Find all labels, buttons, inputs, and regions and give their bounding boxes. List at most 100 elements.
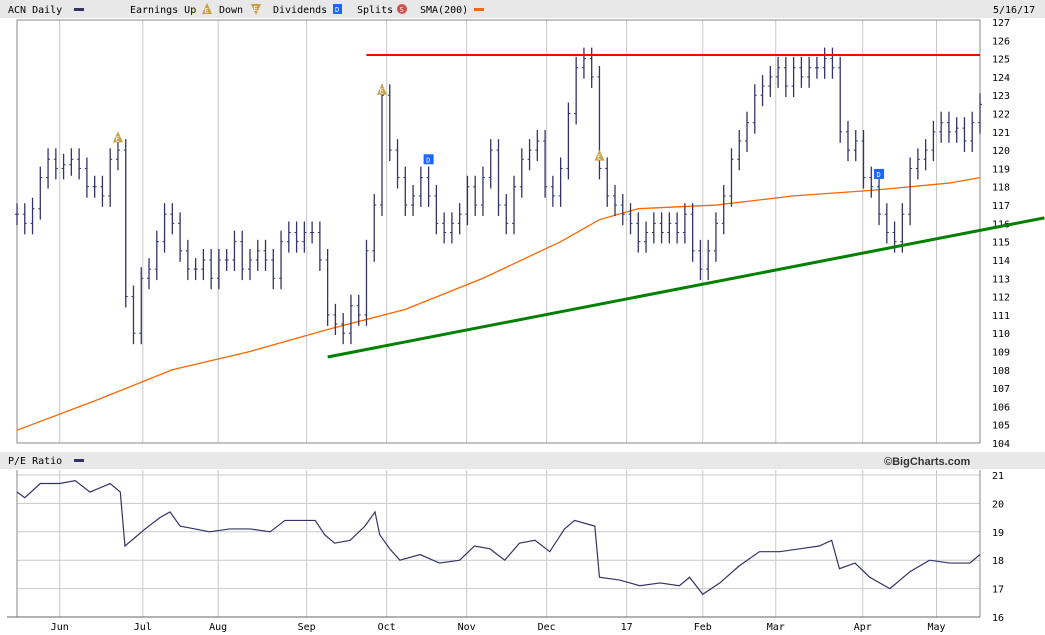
price-tick-label: 114 <box>992 256 1010 267</box>
month-tick-label: Jul <box>134 622 152 633</box>
dividend-marker-icon: D <box>423 154 434 165</box>
month-tick-label: Nov <box>458 622 476 633</box>
earnings-marker-icon: E <box>112 131 123 143</box>
price-plot-frame <box>16 19 981 444</box>
pe-y-axis: 16 17 18 19 20 21 <box>992 471 1004 624</box>
price-bar <box>667 212 672 244</box>
price-bar <box>962 117 967 152</box>
pe-tick-label: 17 <box>992 585 1004 596</box>
price-bar <box>147 258 152 290</box>
price-bar <box>939 111 944 143</box>
price-tick-label: 112 <box>992 293 1010 304</box>
price-bar <box>341 313 346 345</box>
splits-label: Splits <box>357 5 393 16</box>
price-bar <box>442 212 447 244</box>
month-tick-label: Feb <box>694 622 712 633</box>
price-bar <box>698 239 703 281</box>
price-bar <box>566 102 571 180</box>
price-tick-label: 111 <box>992 311 1010 322</box>
price-bar <box>970 111 975 152</box>
stock-chart: ACN Daily Earnings Up E Down E Dividends… <box>0 0 1045 633</box>
price-tick-label: 108 <box>992 366 1010 377</box>
price-tick-label: 117 <box>992 201 1010 212</box>
pe-label: P/E Ratio <box>8 456 62 467</box>
price-tick-label: 125 <box>992 55 1010 66</box>
price-bar <box>178 212 183 262</box>
price-bar <box>799 56 804 88</box>
price-bar <box>162 203 167 253</box>
pe-tick-label: 18 <box>992 556 1004 567</box>
price-bar <box>348 294 353 345</box>
dividend-marker-text: D <box>426 156 430 164</box>
price-bar <box>232 230 237 271</box>
month-tick-label: Dec <box>538 622 556 633</box>
price-tick-label: 106 <box>992 402 1010 413</box>
price-bar <box>201 248 206 281</box>
sma-legend-swatch <box>474 8 484 11</box>
price-tick-label: 120 <box>992 146 1010 157</box>
earnings-marker-icon: E <box>377 83 388 96</box>
month-tick-label: Oct <box>378 622 396 633</box>
price-bar <box>317 221 322 271</box>
price-bars <box>15 47 982 345</box>
price-bar <box>915 148 920 180</box>
price-bar <box>418 166 423 207</box>
price-bar <box>861 129 866 189</box>
price-bar <box>310 221 315 244</box>
price-bar <box>302 221 307 253</box>
price-bar <box>77 148 82 180</box>
price-tick-label: 109 <box>992 347 1010 358</box>
price-bar <box>768 65 773 98</box>
price-bar <box>884 203 889 244</box>
price-bar <box>659 212 664 244</box>
price-bar <box>574 56 579 125</box>
price-bar <box>224 248 229 271</box>
price-bar <box>247 248 252 281</box>
price-bar <box>395 139 400 189</box>
earnings-marker-text: E <box>380 88 384 96</box>
price-bar <box>92 175 97 198</box>
price-bar <box>387 84 392 162</box>
price-bar <box>597 65 602 180</box>
price-bar <box>185 239 190 281</box>
price-bar <box>558 157 563 207</box>
price-bar <box>752 84 757 134</box>
price-bar <box>954 117 959 143</box>
price-bar <box>170 203 175 235</box>
price-bar <box>807 56 812 88</box>
price-tick-label: 123 <box>992 91 1010 102</box>
date-label: 5/16/17 <box>993 5 1035 16</box>
price-bar <box>496 139 501 217</box>
price-bar <box>550 175 555 207</box>
price-bar <box>61 153 66 180</box>
svg-text:E: E <box>205 7 209 15</box>
price-bar <box>271 248 276 290</box>
price-tick-label: 107 <box>992 384 1010 395</box>
price-bar <box>675 212 680 244</box>
price-grid <box>59 20 938 443</box>
price-bar <box>263 239 268 271</box>
price-bar <box>53 148 58 180</box>
price-bar <box>38 166 43 220</box>
price-bar <box>84 157 89 198</box>
svg-text:S: S <box>400 6 404 14</box>
price-bar <box>636 212 641 253</box>
price-y-axis: 1041051061071081091101111121131141151161… <box>992 18 1010 450</box>
x-axis-months: Jun Jul Aug Sep Oct Nov Dec 17 Feb Mar Apr May <box>51 622 946 633</box>
price-bar <box>581 47 586 79</box>
dividend-marker-text: D <box>877 171 881 179</box>
price-tick-label: 118 <box>992 183 1010 194</box>
price-bar <box>706 239 711 281</box>
pe-tick-label: 19 <box>992 528 1004 539</box>
price-bar <box>908 157 913 226</box>
dividend-icon: D <box>333 4 342 14</box>
price-bar <box>100 175 105 207</box>
price-bar <box>682 203 687 244</box>
price-bar <box>434 184 439 235</box>
earnings-marker-icon: E <box>594 149 605 162</box>
price-bar <box>240 230 245 281</box>
price-bar <box>30 197 35 235</box>
price-bar <box>776 56 781 88</box>
price-bar <box>15 203 19 226</box>
price-tick-label: 127 <box>992 18 1010 29</box>
